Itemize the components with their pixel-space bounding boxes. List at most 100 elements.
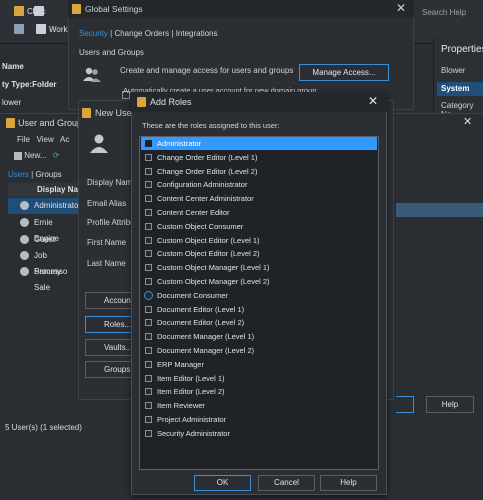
- roles-description: These are the roles assigned to this use…: [142, 121, 280, 130]
- roles-button[interactable]: Roles...: [85, 316, 133, 333]
- role-item[interactable]: Configuration Administrator: [141, 178, 377, 191]
- role-checkbox[interactable]: [145, 209, 152, 216]
- users-status-bar: 5 User(s) (1 selected): [5, 423, 82, 432]
- vault-icon: [137, 97, 146, 107]
- role-item[interactable]: Document Manager (Level 2): [141, 344, 377, 357]
- user-row[interactable]: Guest: [8, 232, 78, 248]
- menu-actions[interactable]: Ac: [60, 135, 69, 144]
- role-label: Custom Object Manager (Level 1): [157, 263, 270, 273]
- role-item[interactable]: Change Order Editor (Level 1): [141, 151, 377, 164]
- groups-button[interactable]: Groups: [85, 361, 133, 378]
- role-item[interactable]: Administrator: [141, 137, 377, 150]
- vault-icon: [14, 6, 24, 16]
- user-row[interactable]: Sammy Sale: [8, 264, 78, 292]
- display-name-column-header[interactable]: Display Na: [8, 183, 78, 197]
- selected-row-highlight-right: [396, 203, 483, 217]
- role-item[interactable]: ERP Manager: [141, 358, 377, 371]
- role-item[interactable]: Security Administrator: [141, 427, 377, 440]
- role-checkbox[interactable]: [145, 319, 152, 327]
- help-button[interactable]: Help: [426, 396, 474, 413]
- role-checkbox[interactable]: [145, 250, 152, 258]
- role-checkbox[interactable]: [145, 402, 152, 410]
- role-checkbox[interactable]: [145, 388, 152, 396]
- role-item[interactable]: Item Editor (Level 1): [141, 372, 377, 385]
- role-label: Custom Object Manager (Level 2): [157, 277, 270, 286]
- search-help-input[interactable]: Search Help: [422, 8, 466, 17]
- manage-access-button[interactable]: Manage Access...: [299, 64, 389, 81]
- account-button[interactable]: Account: [85, 292, 133, 309]
- role-item[interactable]: Change Order Editor (Level 2): [141, 165, 377, 178]
- help-button[interactable]: Help: [320, 475, 377, 491]
- user-row[interactable]: Ernie Engine: [8, 215, 78, 243]
- users-window-title: User and Group: [18, 118, 83, 128]
- role-checkbox[interactable]: [145, 264, 152, 272]
- role-checkbox[interactable]: [145, 222, 152, 230]
- role-checkbox[interactable]: [145, 429, 152, 437]
- role-checkbox[interactable]: [145, 140, 152, 147]
- role-item[interactable]: Custom Object Manager (Level 2): [141, 275, 377, 288]
- users-groups-description: Create and manage access for users and g…: [120, 66, 294, 75]
- role-checkbox[interactable]: [145, 236, 152, 244]
- menu-view[interactable]: View: [37, 135, 54, 144]
- close-icon[interactable]: ✕: [368, 94, 378, 108]
- role-item[interactable]: Item Editor (Level 2): [141, 385, 377, 398]
- properties-system-group[interactable]: System: [437, 82, 483, 96]
- role-label: Content Center Administrator: [157, 194, 254, 204]
- properties-blower: Blower: [441, 66, 466, 75]
- menu-file[interactable]: File: [17, 135, 30, 144]
- role-label: Document Consumer: [157, 290, 228, 300]
- new-button[interactable]: New...: [24, 151, 46, 160]
- tab-change-orders[interactable]: Change Orders: [114, 29, 169, 38]
- check-in-button[interactable]: [34, 6, 44, 16]
- role-checkbox[interactable]: [145, 167, 152, 175]
- role-checkbox[interactable]: [145, 195, 152, 203]
- role-item[interactable]: Custom Object Manager (Level 1): [141, 261, 377, 274]
- role-item[interactable]: Document Editor (Level 2): [141, 316, 377, 329]
- role-checkbox[interactable]: [145, 374, 152, 382]
- refresh-icon[interactable]: ⟳: [53, 151, 60, 160]
- work-icon: [36, 24, 46, 34]
- user-row[interactable]: Job Processo: [8, 248, 78, 276]
- role-label: Item Reviewer: [157, 401, 205, 411]
- role-label: Item Editor (Level 1): [157, 373, 225, 383]
- role-checkbox[interactable]: [144, 290, 153, 300]
- role-item[interactable]: Item Reviewer: [141, 399, 377, 412]
- role-label: Item Editor (Level 2): [157, 387, 225, 397]
- display-name-label: Display Name: [87, 178, 137, 187]
- role-label: Security Administrator: [157, 428, 230, 438]
- role-checkbox[interactable]: [145, 153, 152, 161]
- role-checkbox[interactable]: [145, 181, 152, 189]
- role-checkbox[interactable]: [145, 305, 152, 313]
- role-item[interactable]: Document Editor (Level 1): [141, 303, 377, 316]
- blower-row: lower: [2, 98, 22, 107]
- role-label: Custom Object Editor (Level 1): [157, 235, 260, 245]
- tab-users[interactable]: Users: [8, 170, 29, 179]
- ok-button-partial[interactable]: [396, 396, 414, 413]
- type-row: ty Type:Folder: [2, 80, 57, 89]
- tab-integrations[interactable]: Integrations: [176, 29, 218, 38]
- role-item[interactable]: Document Consumer: [141, 289, 377, 302]
- role-item[interactable]: Content Center Editor: [141, 206, 377, 219]
- vaults-button[interactable]: Vaults...: [85, 339, 133, 356]
- role-checkbox[interactable]: [145, 278, 152, 285]
- role-item[interactable]: Document Manager (Level 1): [141, 330, 377, 343]
- role-checkbox[interactable]: [145, 333, 152, 341]
- workflow-button[interactable]: [14, 24, 24, 34]
- close-icon[interactable]: ✕: [463, 115, 472, 128]
- role-item[interactable]: Content Center Administrator: [141, 192, 377, 205]
- role-item[interactable]: Custom Object Editor (Level 1): [141, 234, 377, 247]
- tab-security[interactable]: Security: [79, 29, 108, 38]
- tab-groups[interactable]: Groups: [35, 170, 61, 179]
- cancel-button[interactable]: Cancel: [258, 475, 315, 491]
- role-checkbox[interactable]: [145, 360, 152, 368]
- role-checkbox[interactable]: [145, 347, 152, 354]
- work-button[interactable]: Work: [36, 24, 68, 34]
- role-item[interactable]: Custom Object Editor (Level 2): [141, 247, 377, 260]
- role-checkbox[interactable]: [145, 416, 152, 423]
- role-item[interactable]: Custom Object Consumer: [141, 220, 377, 233]
- user-row[interactable]: Administrato: [8, 198, 78, 214]
- close-icon[interactable]: ✕: [396, 1, 406, 15]
- email-alias-label: Email Alias: [87, 199, 127, 208]
- ok-button[interactable]: OK: [194, 475, 251, 491]
- role-item[interactable]: Project Administrator: [141, 413, 377, 426]
